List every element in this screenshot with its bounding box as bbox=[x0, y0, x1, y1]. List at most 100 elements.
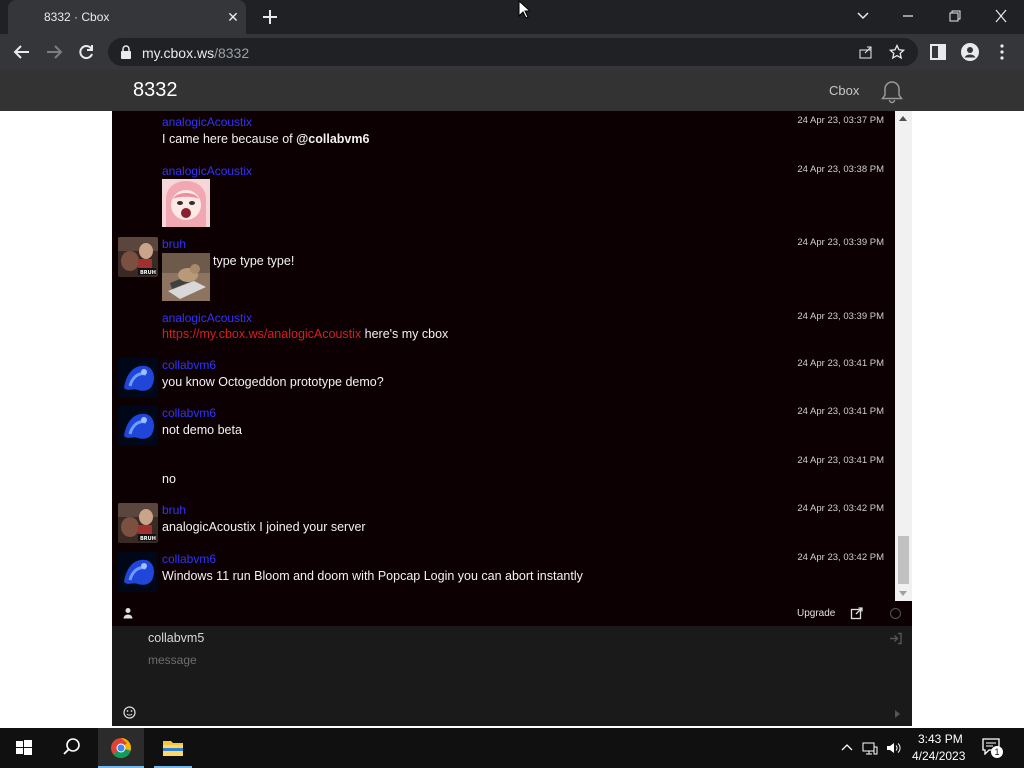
message-time: 24 Apr 23, 03:37 PM bbox=[797, 115, 884, 126]
message-scrollbar[interactable] bbox=[895, 111, 912, 601]
upgrade-link[interactable]: Upgrade bbox=[797, 608, 835, 619]
avatar[interactable]: BRUH bbox=[118, 237, 158, 277]
chrome-taskbar-button[interactable] bbox=[98, 728, 144, 768]
message-item: analogicAcoustix 24 Apr 23, 03:37 PM I c… bbox=[112, 115, 895, 161]
message-author[interactable]: collabvm6 bbox=[162, 358, 216, 372]
bell-icon[interactable] bbox=[879, 79, 905, 105]
tab-search-icon[interactable] bbox=[851, 5, 875, 27]
clock-date[interactable]: 4/24/2023 bbox=[912, 749, 965, 763]
page-header: 8332 Cbox bbox=[0, 70, 1024, 111]
message-text: not demo beta bbox=[162, 423, 242, 437]
url-path: /8332 bbox=[214, 45, 250, 61]
browser-tab-bar: 8332 · Cbox ✕ bbox=[0, 0, 1024, 34]
avatar[interactable] bbox=[118, 406, 158, 446]
volume-icon[interactable] bbox=[885, 740, 901, 756]
address-bar[interactable]: my.cbox.ws/8332 bbox=[108, 38, 918, 66]
svg-text:BRUH: BRUH bbox=[140, 270, 156, 276]
scrollbar-thumb[interactable] bbox=[898, 536, 909, 584]
back-icon[interactable] bbox=[12, 42, 32, 62]
message-text: analogicAcoustix I joined your server bbox=[162, 520, 366, 534]
compose-area: collabvm5 message bbox=[112, 626, 912, 726]
message-author[interactable]: bruh bbox=[162, 503, 186, 517]
message-author[interactable]: analogicAcoustix bbox=[162, 164, 252, 178]
send-arrow-icon[interactable] bbox=[895, 710, 900, 718]
popout-icon[interactable] bbox=[850, 606, 864, 620]
cbox-brand-link[interactable]: Cbox bbox=[829, 83, 859, 98]
close-window-icon[interactable] bbox=[989, 5, 1013, 27]
restore-icon[interactable] bbox=[943, 5, 967, 27]
profile-icon[interactable] bbox=[960, 42, 980, 62]
browser-tab[interactable]: 8332 · Cbox ✕ bbox=[8, 0, 246, 34]
message-text: you know Octogeddon prototype demo? bbox=[162, 375, 384, 389]
reload-icon[interactable] bbox=[76, 42, 96, 62]
side-panel-icon[interactable] bbox=[928, 42, 948, 62]
cbox-link[interactable]: https://my.cbox.ws/analogicAcoustix bbox=[162, 327, 361, 341]
message-time: 24 Apr 23, 03:42 PM bbox=[797, 503, 884, 514]
notification-count-badge: 1 bbox=[991, 746, 1003, 758]
file-explorer-taskbar-button[interactable] bbox=[150, 728, 196, 768]
lock-icon[interactable] bbox=[120, 45, 132, 59]
message-time: 24 Apr 23, 03:39 PM bbox=[797, 311, 884, 322]
status-circle-icon[interactable] bbox=[890, 608, 901, 619]
message-text: https://my.cbox.ws/analogicAcoustix here… bbox=[162, 327, 448, 341]
message-item: collabvm6 24 Apr 23, 03:42 PM Windows 11… bbox=[112, 552, 895, 596]
avatar[interactable] bbox=[118, 358, 158, 398]
message-text-plain: I came here because of bbox=[162, 132, 297, 146]
message-input[interactable]: message bbox=[148, 653, 197, 667]
message-item: collabvm6 24 Apr 23, 03:41 PM not demo b… bbox=[112, 406, 895, 450]
chrome-icon bbox=[111, 738, 132, 758]
message-author[interactable]: collabvm6 bbox=[162, 406, 216, 420]
message-time: 24 Apr 23, 03:41 PM bbox=[797, 455, 884, 466]
start-windows-icon[interactable] bbox=[0, 728, 46, 768]
url-host: my.cbox.ws bbox=[142, 45, 215, 61]
network-icon[interactable] bbox=[862, 740, 878, 756]
login-icon[interactable] bbox=[889, 632, 902, 645]
cbox-chat: analogicAcoustix 24 Apr 23, 03:37 PM I c… bbox=[112, 111, 912, 726]
search-icon[interactable] bbox=[48, 728, 94, 768]
user-icon[interactable] bbox=[122, 607, 134, 619]
message-text: no bbox=[162, 472, 176, 486]
avatar[interactable]: BRUH bbox=[118, 503, 158, 543]
message-item: analogicAcoustix 24 Apr 23, 03:39 PM htt… bbox=[112, 311, 895, 351]
tab-close-icon[interactable]: ✕ bbox=[225, 9, 241, 25]
mention: @collabvm6 bbox=[296, 132, 370, 146]
scroll-down-arrow-icon[interactable] bbox=[899, 591, 907, 596]
message-text-plain: here's my cbox bbox=[361, 327, 449, 341]
message-text: type type type! bbox=[213, 254, 295, 268]
message-author[interactable]: analogicAcoustix bbox=[162, 115, 252, 129]
share-icon[interactable] bbox=[858, 44, 874, 60]
cat-laptop-image[interactable] bbox=[162, 253, 210, 301]
tab-title: 8332 · Cbox bbox=[44, 10, 110, 24]
notification-center-button[interactable]: 1 bbox=[982, 738, 1004, 758]
message-item: BRUH bruh 24 Apr 23, 03:39 PM type type … bbox=[112, 237, 895, 301]
windows-taskbar: 3:43 PM 4/24/2023 1 bbox=[0, 728, 1024, 768]
message-list[interactable]: analogicAcoustix 24 Apr 23, 03:37 PM I c… bbox=[112, 111, 895, 601]
message-author[interactable]: bruh bbox=[162, 237, 186, 251]
emoji-icon[interactable] bbox=[123, 706, 136, 719]
new-tab-icon[interactable] bbox=[260, 7, 280, 27]
browser-toolbar: my.cbox.ws/8332 bbox=[0, 34, 1024, 70]
folder-icon bbox=[163, 741, 183, 756]
scroll-up-arrow-icon[interactable] bbox=[899, 116, 907, 121]
avatar[interactable] bbox=[118, 552, 158, 592]
screen: 8332 · Cbox ✕ my.cbox.ws/8332 8332 Cbox … bbox=[0, 0, 1024, 768]
menu-kebab-icon[interactable] bbox=[992, 42, 1012, 62]
page-title: 8332 bbox=[133, 79, 178, 101]
message-author[interactable]: collabvm6 bbox=[162, 552, 216, 566]
chevron-up-icon[interactable] bbox=[839, 740, 855, 756]
message-time: 24 Apr 23, 03:41 PM bbox=[797, 358, 884, 369]
chat-status-bar: Upgrade bbox=[112, 601, 912, 626]
minimize-icon[interactable] bbox=[896, 5, 920, 27]
message-author[interactable]: analogicAcoustix bbox=[162, 311, 252, 325]
message-text: I came here because of @collabvm6 bbox=[162, 132, 369, 146]
message-item: analogicAcoustix 24 Apr 23, 03:38 PM bbox=[112, 164, 895, 230]
bookmark-star-icon[interactable] bbox=[889, 44, 905, 60]
svg-text:BRUH: BRUH bbox=[140, 536, 156, 542]
message-time: 24 Apr 23, 03:39 PM bbox=[797, 237, 884, 248]
anime-sticker-image[interactable] bbox=[162, 179, 210, 227]
message-item: collabvm6 24 Apr 23, 03:41 PM you know O… bbox=[112, 358, 895, 402]
name-field[interactable]: collabvm5 bbox=[148, 631, 204, 645]
message-item: BRUH bruh 24 Apr 23, 03:42 PM analogicAc… bbox=[112, 503, 895, 547]
forward-icon[interactable] bbox=[44, 42, 64, 62]
clock-time[interactable]: 3:43 PM bbox=[918, 732, 963, 746]
